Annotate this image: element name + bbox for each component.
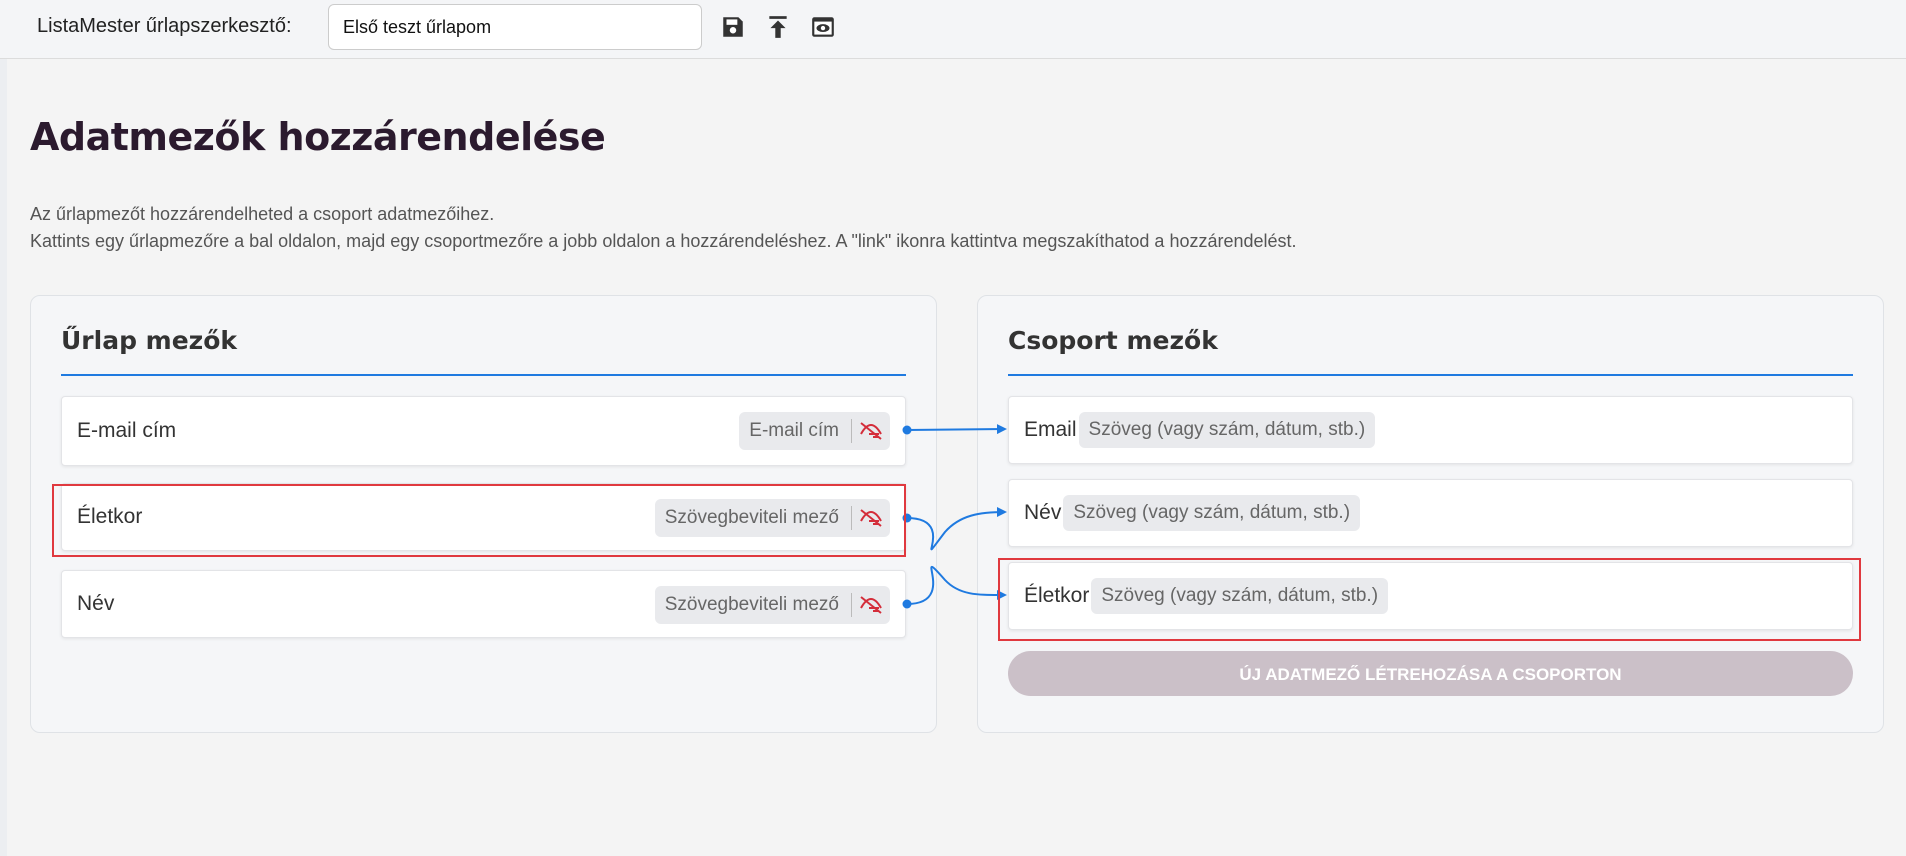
left-edge-strip	[0, 0, 7, 856]
group-field-type-chip: Szöveg (vagy szám, dátum, stb.)	[1091, 578, 1389, 614]
preview-button[interactable]	[810, 14, 836, 40]
form-fields-heading: Űrlap mezők	[61, 326, 238, 355]
unlink-button[interactable]	[852, 412, 890, 450]
group-field-label: Név	[1024, 501, 1062, 524]
form-fields-panel: Űrlap mezők E-mail cím E-mail cím Életko…	[30, 295, 937, 733]
form-field-row-email[interactable]: E-mail cím E-mail cím	[61, 396, 906, 466]
form-field-row-age[interactable]: Életkor Szövegbeviteli mező	[61, 483, 906, 551]
unlink-icon	[860, 596, 882, 614]
heading-divider	[61, 374, 906, 376]
group-field-row-age[interactable]: Életkor Szöveg (vagy szám, dátum, stb.)	[1008, 562, 1853, 630]
description-line-1: Az űrlapmezőt hozzárendelheted a csoport…	[30, 204, 495, 224]
group-fields-panel: Csoport mezők Email Szöveg (vagy szám, d…	[977, 295, 1884, 733]
form-field-label: Életkor	[77, 505, 143, 528]
group-fields-heading: Csoport mezők	[1008, 326, 1218, 355]
page-title: Adatmezők hozzárendelése	[30, 115, 606, 159]
save-icon	[723, 17, 743, 37]
upload-icon	[769, 16, 787, 38]
form-title-input[interactable]	[328, 4, 702, 50]
group-field-row-name[interactable]: Név Szöveg (vagy szám, dátum, stb.)	[1008, 479, 1853, 547]
group-field-type-chip: Szöveg (vagy szám, dátum, stb.)	[1078, 412, 1376, 448]
field-type-chip: Szövegbeviteli mező	[654, 499, 890, 537]
create-group-field-button[interactable]: ÚJ ADATMEZŐ LÉTREHOZÁSA A CSOPORTON	[1008, 651, 1853, 696]
unlink-icon	[860, 422, 882, 440]
form-field-row-name[interactable]: Név Szövegbeviteli mező	[61, 570, 906, 638]
preview-eye-icon	[812, 17, 834, 37]
form-field-label: Név	[77, 592, 115, 615]
description-line-2: Kattints egy űrlapmezőre a bal oldalon, …	[30, 231, 1297, 251]
field-type-text: Szövegbeviteli mező	[664, 594, 839, 615]
unlink-button[interactable]	[852, 499, 890, 537]
publish-button[interactable]	[765, 14, 791, 40]
group-field-label: Email	[1024, 418, 1077, 441]
unlink-button[interactable]	[852, 586, 890, 624]
field-type-chip: Szövegbeviteli mező	[654, 586, 890, 624]
group-field-label: Életkor	[1024, 584, 1090, 607]
field-type-text: E-mail cím	[749, 420, 839, 441]
top-toolbar: ListaMester űrlapszerkesztő:	[0, 0, 1906, 59]
field-type-chip: E-mail cím	[739, 412, 890, 450]
group-field-row-email[interactable]: Email Szöveg (vagy szám, dátum, stb.)	[1008, 396, 1853, 464]
heading-divider	[1008, 374, 1853, 376]
field-type-text: Szövegbeviteli mező	[664, 507, 839, 528]
app-title: ListaMester űrlapszerkesztő:	[37, 15, 292, 37]
save-button[interactable]	[720, 14, 746, 40]
form-field-label: E-mail cím	[77, 419, 177, 442]
group-field-type-chip: Szöveg (vagy szám, dátum, stb.)	[1063, 495, 1361, 531]
unlink-icon	[860, 509, 882, 527]
